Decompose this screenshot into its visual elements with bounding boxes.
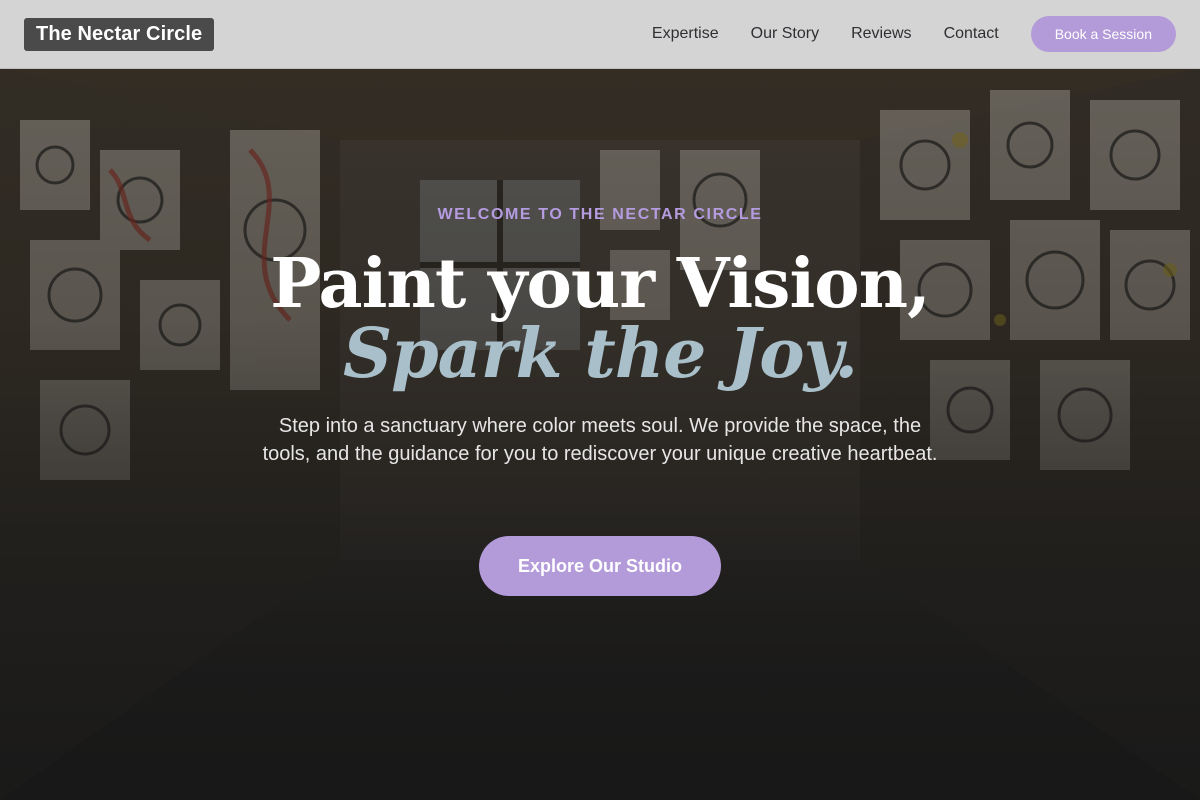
- nav-link-contact[interactable]: Contact: [944, 25, 999, 43]
- hero-subtext: Step into a sanctuary where color meets …: [262, 415, 938, 465]
- nav-link-expertise[interactable]: Expertise: [652, 25, 719, 43]
- nav-link-our-story[interactable]: Our Story: [751, 25, 819, 43]
- hero-eyebrow: WELCOME TO THE NECTAR CIRCLE: [437, 206, 763, 223]
- nav-link-reviews[interactable]: Reviews: [851, 25, 911, 43]
- main-nav: Expertise Our Story Reviews Contact Book…: [652, 16, 1176, 52]
- hero-section: WELCOME TO THE NECTAR CIRCLE Paint your …: [0, 0, 1200, 800]
- brand-logo[interactable]: The Nectar Circle: [24, 17, 215, 51]
- hero-overlay: [0, 0, 1200, 800]
- book-session-button[interactable]: Book a Session: [1030, 16, 1176, 52]
- site-header: The Nectar Circle Expertise Our Story Re…: [0, 0, 1200, 69]
- hero-headline-line2: Spark the Joy.: [342, 314, 858, 394]
- explore-studio-button[interactable]: Explore Our Studio: [479, 536, 721, 596]
